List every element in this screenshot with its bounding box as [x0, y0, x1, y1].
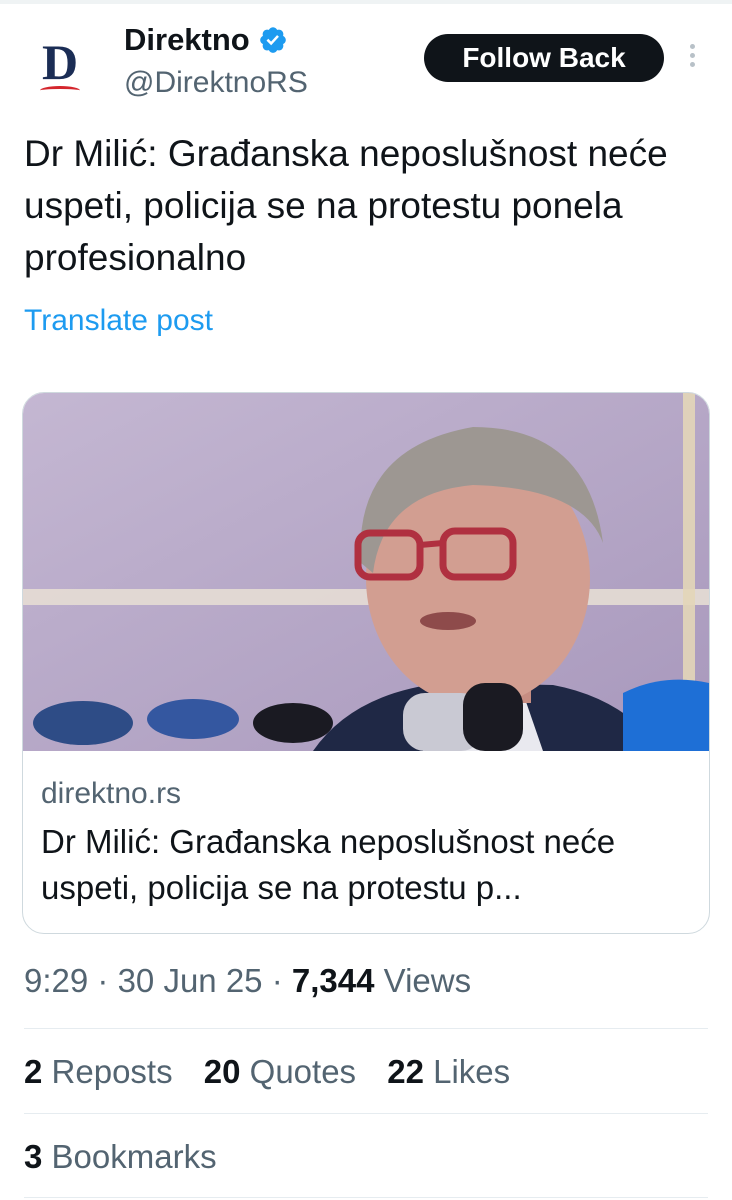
- more-vertical-icon[interactable]: [686, 44, 698, 72]
- author-handle[interactable]: @DirektnoRS: [124, 66, 308, 100]
- divider: [24, 1113, 708, 1114]
- author-name-row[interactable]: Direktno: [124, 22, 288, 58]
- reposts-count: 2: [24, 1053, 43, 1090]
- tweet-text: Dr Milić: Građanska neposlušnost neće us…: [24, 133, 668, 278]
- avatar[interactable]: D: [24, 30, 96, 102]
- quotes-count: 20: [203, 1053, 241, 1090]
- top-divider: [0, 0, 732, 4]
- engagement-stats: 2 Reposts 20 Quotes 22 Likes: [24, 1053, 532, 1091]
- tweet-time[interactable]: 9:29: [24, 962, 88, 999]
- reposts-label: Reposts: [51, 1053, 173, 1090]
- link-preview-card[interactable]: direktno.rs Dr Milić: Građanska neposluš…: [22, 392, 710, 934]
- reposts-stat[interactable]: 2 Reposts: [24, 1053, 182, 1090]
- tweet-date[interactable]: 30 Jun 25: [118, 962, 263, 999]
- divider: [24, 1197, 708, 1198]
- avatar-letter: D: [41, 34, 79, 90]
- meta-separator: ·: [271, 962, 292, 999]
- bookmarks-count: 3: [24, 1138, 43, 1175]
- card-image[interactable]: [23, 393, 709, 751]
- meta-separator: ·: [97, 962, 118, 999]
- views-count: 7,344: [291, 962, 375, 999]
- quotes-stat[interactable]: 20 Quotes: [204, 1053, 365, 1090]
- bookmarks-label: Bookmarks: [51, 1138, 217, 1175]
- card-domain: direktno.rs: [41, 777, 182, 810]
- card-title: Dr Milić: Građanska neposlušnost neće us…: [41, 823, 616, 906]
- avatar-swoosh: [40, 86, 80, 95]
- likes-stat[interactable]: 22 Likes: [387, 1053, 510, 1090]
- likes-count: 22: [387, 1053, 424, 1090]
- translate-post-link[interactable]: Translate post: [24, 304, 213, 338]
- likes-label: Likes: [433, 1053, 511, 1090]
- author-name[interactable]: Direktno: [124, 22, 250, 58]
- quotes-label: Quotes: [249, 1053, 357, 1090]
- views-label: Views: [383, 962, 472, 999]
- tweet-meta: 9:29 · 30 Jun 25 · 7,344 Views: [24, 962, 471, 1000]
- bookmarks-stat[interactable]: 3 Bookmarks: [24, 1138, 217, 1176]
- follow-back-button[interactable]: Follow Back: [424, 34, 664, 82]
- verified-badge-icon: [259, 27, 286, 53]
- divider: [24, 1028, 708, 1029]
